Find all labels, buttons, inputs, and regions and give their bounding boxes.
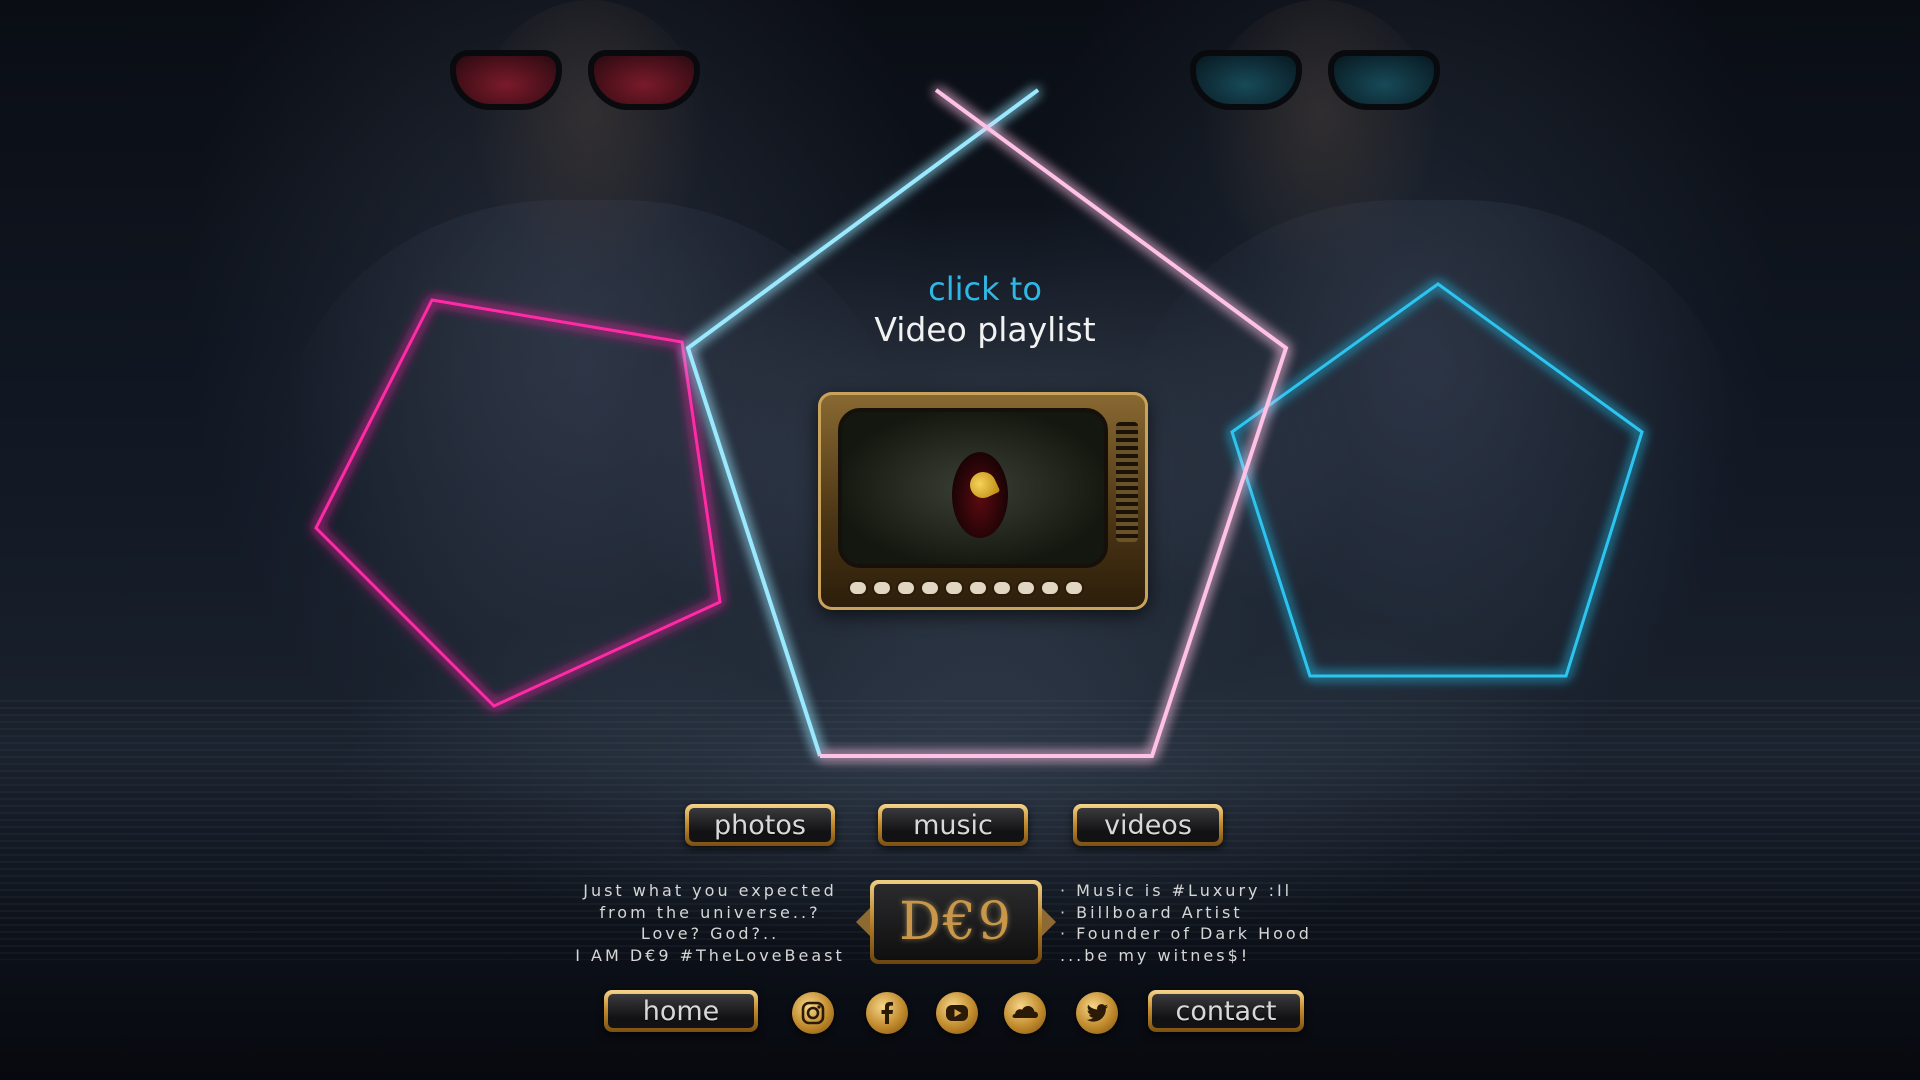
tv-screen — [838, 408, 1108, 568]
contact-button[interactable]: contact — [1148, 990, 1304, 1032]
logo-left-arrow-icon — [856, 908, 870, 936]
click-to-label[interactable]: click to — [860, 270, 1110, 308]
tv-knobs — [850, 578, 1120, 598]
home-button[interactable]: home — [604, 990, 758, 1032]
de9-logo[interactable]: D€9 — [856, 880, 1056, 964]
music-button[interactable]: music — [878, 804, 1028, 846]
left-pink-pentagon[interactable] — [314, 298, 722, 708]
logo-right-arrow-icon — [1042, 908, 1056, 936]
landing-page: click to Video playlist photos music vid… — [0, 0, 1920, 1080]
logo-text: D€9 — [899, 892, 1013, 952]
tv-speaker-grille — [1116, 422, 1138, 542]
photos-button[interactable]: photos — [685, 804, 835, 846]
facebook-icon[interactable] — [866, 992, 908, 1034]
video-playlist-title[interactable]: Video playlist — [800, 310, 1170, 349]
tagline-left: Just what you expected from the universe… — [575, 881, 845, 965]
video-playlist-tv[interactable] — [818, 392, 1148, 610]
right-cyan-pentagon[interactable] — [1230, 282, 1644, 678]
twitter-icon[interactable] — [1076, 992, 1118, 1034]
videos-button[interactable]: videos — [1073, 804, 1223, 846]
soundcloud-icon[interactable] — [1004, 992, 1046, 1034]
instagram-icon[interactable] — [792, 992, 834, 1034]
youtube-icon[interactable] — [936, 992, 978, 1034]
tagline-right: · Music is #Luxury :Il · Billboard Artis… — [1060, 881, 1312, 965]
